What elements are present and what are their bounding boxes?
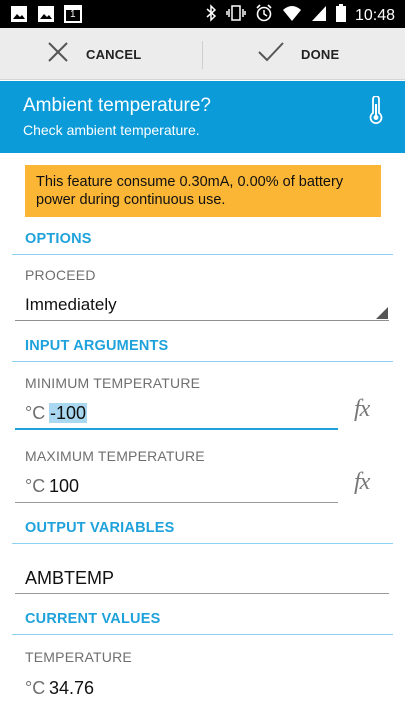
min-temperature-label: MINIMUM TEMPERATURE [25, 375, 201, 391]
page-subtitle: Check ambient temperature. [23, 122, 200, 138]
section-input-arguments: INPUT ARGUMENTS [12, 332, 393, 362]
wifi-icon [282, 4, 302, 27]
output-variable-value: AMBTEMP [25, 568, 115, 588]
function-button-min[interactable]: fx [354, 396, 370, 423]
bluetooth-icon [205, 4, 217, 27]
cancel-button[interactable]: CANCEL [46, 28, 141, 80]
cancel-label: CANCEL [86, 46, 142, 62]
section-options: OPTIONS [12, 225, 393, 255]
calendar-icon: 1 [64, 5, 82, 28]
max-temperature-unit: °C [25, 476, 46, 496]
temperature-value: 34.76 [49, 678, 95, 698]
vibrate-icon [226, 4, 246, 27]
temperature-reading: °C 34.76 [15, 670, 389, 704]
min-temperature-value: -100 [49, 403, 88, 423]
proceed-value: Immediately [25, 295, 117, 314]
dropdown-arrow-icon [376, 307, 388, 319]
battery-warning: This feature consume 0.30mA, 0.00% of ba… [25, 165, 381, 217]
done-label: DONE [301, 46, 340, 62]
section-options-title: OPTIONS [25, 231, 92, 247]
section-output-variables: OUTPUT VARIABLES [12, 514, 393, 544]
output-variable-input[interactable]: AMBTEMP [15, 560, 389, 594]
action-divider [202, 41, 203, 69]
max-temperature-label: MAXIMUM TEMPERATURE [25, 448, 205, 464]
check-icon [257, 40, 285, 69]
section-current-values: CURRENT VALUES [12, 605, 393, 635]
max-temperature-value: 100 [49, 476, 80, 496]
action-bar: CANCEL DONE [0, 28, 405, 80]
min-temperature-unit: °C [25, 403, 46, 423]
image-icon [10, 5, 28, 28]
alarm-icon [255, 4, 273, 27]
temperature-unit: °C [25, 678, 46, 698]
page-title: Ambient temperature? [23, 95, 211, 116]
calendar-day: 1 [70, 9, 76, 20]
proceed-dropdown[interactable]: Immediately [15, 289, 389, 321]
header: Ambient temperature? Check ambient tempe… [0, 81, 405, 153]
thermometer-icon [369, 95, 383, 129]
image-icon [37, 5, 55, 28]
section-current-values-title: CURRENT VALUES [25, 611, 161, 627]
signal-icon [311, 4, 327, 27]
max-temperature-input[interactable]: °C 100 [15, 468, 338, 503]
min-temperature-input[interactable]: °C -100 [15, 395, 338, 430]
section-output-variables-title: OUTPUT VARIABLES [25, 520, 175, 536]
status-bar: 1 10:48 [0, 0, 405, 28]
proceed-label: PROCEED [25, 267, 96, 283]
done-button[interactable]: DONE [257, 28, 339, 80]
close-icon [46, 40, 70, 69]
clock: 10:48 [354, 6, 395, 24]
function-button-max[interactable]: fx [354, 469, 370, 496]
temperature-label: TEMPERATURE [25, 649, 132, 665]
battery-icon [335, 4, 346, 27]
section-input-arguments-title: INPUT ARGUMENTS [25, 338, 169, 354]
